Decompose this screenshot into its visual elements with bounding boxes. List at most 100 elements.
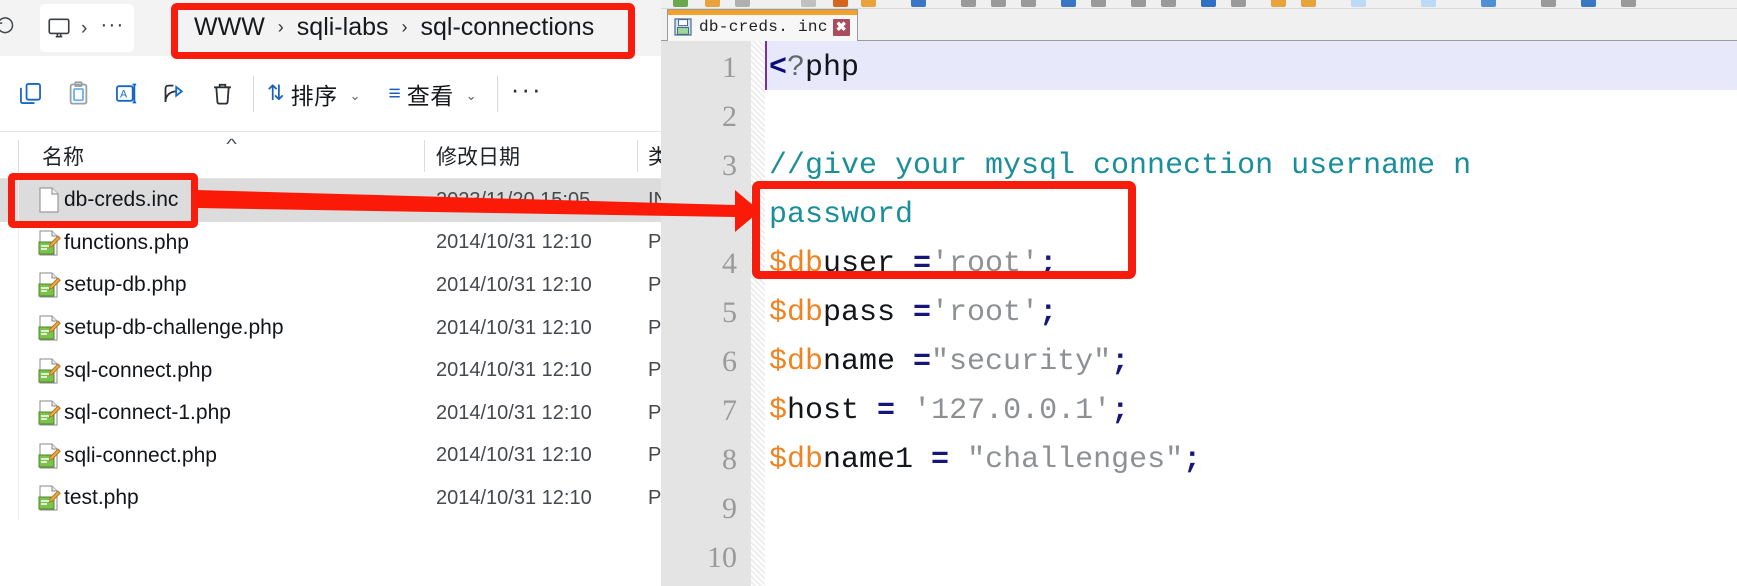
refresh-icon[interactable]: [0, 14, 16, 40]
code-token: host: [787, 394, 878, 428]
screenshot-root: › ··· WWW › sqli-labs › sql-connections: [0, 0, 1737, 586]
file-name-cell[interactable]: setup-db-challenge.php: [64, 316, 284, 340]
code-token: 'root': [931, 247, 1040, 281]
file-name-cell[interactable]: sql-connect.php: [64, 359, 212, 383]
code-token: php: [805, 51, 860, 85]
address-pill[interactable]: › ···: [40, 4, 135, 52]
toolbar-icon-fragment[interactable]: [991, 0, 1006, 7]
toolbar-icon-fragment[interactable]: [861, 0, 876, 7]
toolbar-icon-fragment[interactable]: [1231, 0, 1246, 7]
file-name-cell[interactable]: sql-connect-1.php: [64, 401, 231, 425]
editor-body[interactable]: 123456789101112 <?php//give your mysql c…: [661, 41, 1737, 586]
file-row[interactable]: functions.php 2014/10/31 12:10 P: [0, 221, 661, 265]
code-token: $db: [769, 247, 824, 281]
code-token: 'root': [931, 296, 1040, 330]
file-date-cell: 2014/10/31 12:10: [436, 486, 592, 509]
floppy-save-icon: [674, 18, 692, 36]
code-token: =: [913, 345, 932, 379]
code-token: $db: [769, 443, 824, 477]
toolbar-icon-fragment[interactable]: [1021, 0, 1036, 7]
code-token: '127.0.0.1': [913, 394, 1112, 428]
delete-icon[interactable]: [198, 70, 246, 118]
text-caret: [765, 41, 767, 90]
file-row[interactable]: test.php 2014/10/31 12:10 P: [0, 477, 661, 520]
code-line[interactable]: $host = '127.0.0.1';: [769, 396, 1129, 426]
code-line[interactable]: $dbuser ='root';: [769, 249, 1057, 279]
code-token: name1: [823, 443, 932, 477]
code-token: user: [823, 247, 914, 281]
toolbar-icon-fragment[interactable]: [705, 0, 720, 7]
toolbar-icon-fragment[interactable]: [1421, 0, 1436, 7]
toolbar-icon-fragment[interactable]: [1061, 0, 1076, 7]
file-row[interactable]: setup-db.php 2014/10/31 12:10 P: [0, 264, 661, 307]
toolbar-icon-fragment[interactable]: [801, 0, 816, 7]
close-icon[interactable]: ✖: [832, 18, 850, 36]
toolbar-icon-fragment[interactable]: [1131, 0, 1146, 7]
column-header-date[interactable]: 修改日期: [436, 132, 520, 179]
breadcrumb-item-sqli-labs[interactable]: sqli-labs: [297, 13, 389, 42]
toolbar-icon-fragment[interactable]: [833, 0, 848, 7]
code-line[interactable]: $dbpass ='root';: [769, 298, 1057, 328]
monitor-icon[interactable]: [46, 15, 72, 41]
editor-toolbar-strip[interactable]: [661, 0, 1737, 9]
toolbar-icon-fragment[interactable]: [1621, 0, 1636, 7]
file-row[interactable]: sql-connect.php 2014/10/31 12:10 P: [0, 349, 661, 392]
toolbar-divider: [253, 75, 254, 112]
file-row[interactable]: sqli-connect.php 2014/10/31 12:10 P: [0, 434, 661, 478]
php-file-icon: [36, 229, 62, 257]
toolbar-icon-fragment[interactable]: [1271, 0, 1286, 7]
file-row[interactable]: db-creds.inc 2023/11/20 15:05 IN: [0, 179, 661, 222]
file-type-cell: P: [648, 316, 661, 339]
rename-icon[interactable]: A: [102, 70, 150, 118]
code-line[interactable]: //give your mysql connection username n: [769, 151, 1471, 181]
file-type-cell: P: [648, 401, 661, 424]
code-token: "challenges": [967, 443, 1184, 477]
toolbar-icon-fragment[interactable]: [1301, 0, 1316, 7]
code-line[interactable]: $dbname1 = "challenges";: [769, 445, 1201, 475]
code-token: $: [769, 394, 788, 428]
file-row[interactable]: sql-connect-1.php 2014/10/31 12:10 P: [0, 391, 661, 435]
toolbar-icon-fragment[interactable]: [1481, 0, 1496, 7]
file-name-cell[interactable]: setup-db.php: [64, 273, 187, 297]
toolbar-icon-fragment[interactable]: [1201, 0, 1216, 7]
breadcrumb-item-sql-connections[interactable]: sql-connections: [421, 13, 595, 42]
toolbar-icon-fragment[interactable]: [1091, 0, 1106, 7]
code-line[interactable]: <?php: [769, 53, 859, 83]
fold-margin[interactable]: [751, 41, 765, 586]
toolbar-icon-fragment[interactable]: [1581, 0, 1596, 7]
code-text-area[interactable]: <?php //give your mysql connection userna…: [765, 41, 1737, 586]
view-button[interactable]: ≡ 查看 ⌄: [383, 77, 483, 111]
file-name-cell[interactable]: sqli-connect.php: [64, 444, 217, 468]
code-token: ;: [1039, 247, 1058, 281]
breadcrumb-overflow-button[interactable]: ···: [96, 13, 128, 37]
column-header-name[interactable]: 名称: [42, 132, 84, 179]
toolbar-icon-fragment[interactable]: [911, 0, 926, 7]
toolbar-icon-fragment[interactable]: [673, 0, 688, 7]
file-date-cell: 2014/10/31 12:10: [436, 359, 592, 382]
file-name-cell[interactable]: db-creds.inc: [64, 188, 178, 212]
toolbar-icon-fragment[interactable]: [1161, 0, 1176, 7]
editor-tab-db-creds[interactable]: db-creds. inc ✖: [667, 9, 858, 41]
breadcrumb-item-www[interactable]: WWW: [194, 13, 265, 42]
code-token: =: [913, 247, 932, 281]
list-left-divider: [18, 221, 19, 265]
copy-icon[interactable]: [6, 70, 54, 118]
file-row[interactable]: setup-db-challenge.php 2014/10/31 12:10 P: [0, 306, 661, 350]
code-line[interactable]: $dbname ="security";: [769, 347, 1129, 377]
toolbar-icon-fragment[interactable]: [735, 0, 750, 7]
php-file-icon: [36, 484, 62, 512]
list-left-divider: [18, 477, 19, 520]
file-name-cell[interactable]: test.php: [64, 486, 139, 510]
toolbar-icon-fragment[interactable]: [1351, 0, 1366, 7]
more-options-button[interactable]: ···: [505, 74, 549, 105]
toolbar-icon-fragment[interactable]: [961, 0, 976, 7]
column-header-type[interactable]: 类: [648, 132, 661, 179]
paste-icon[interactable]: [54, 70, 102, 118]
toolbar-icon-fragment[interactable]: [1541, 0, 1556, 7]
file-name-cell[interactable]: functions.php: [64, 231, 189, 255]
share-icon[interactable]: [150, 70, 198, 118]
sort-button[interactable]: ⇅ 排序 ⌄: [261, 77, 367, 111]
code-line[interactable]: password: [769, 200, 913, 230]
